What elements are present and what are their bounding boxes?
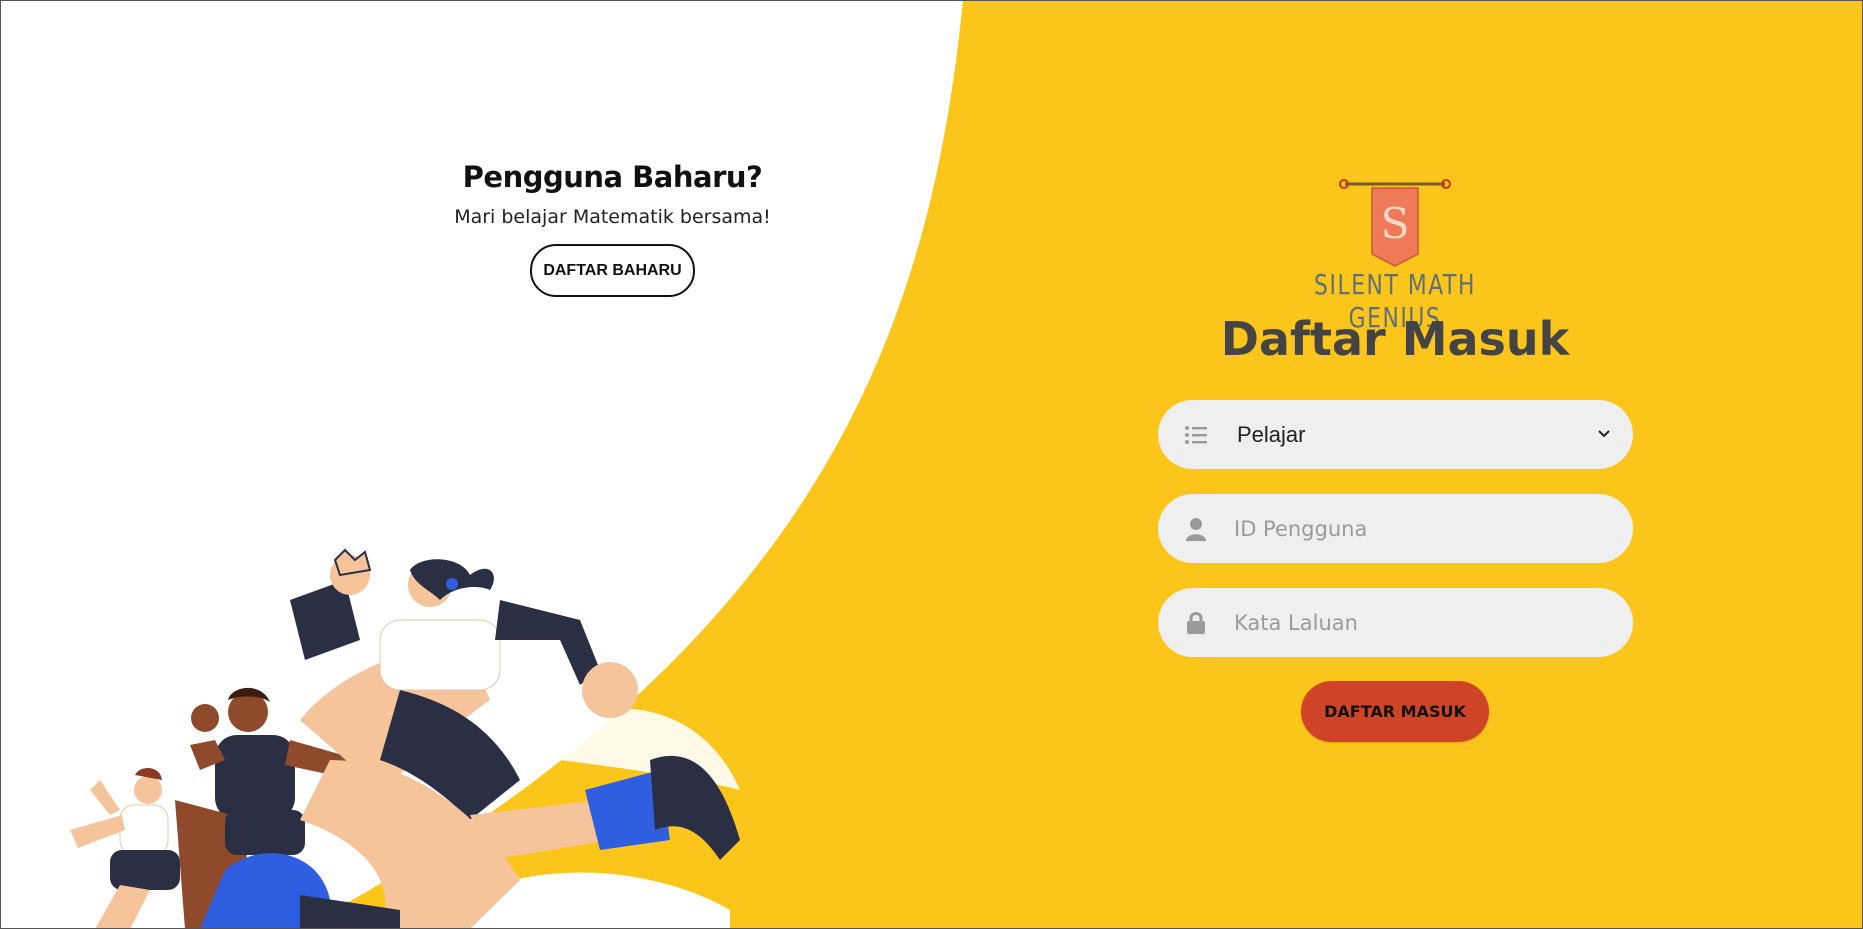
- password-input[interactable]: [1232, 609, 1596, 636]
- signup-button[interactable]: DAFTAR BAHARU: [530, 244, 695, 297]
- user-id-input[interactable]: [1232, 515, 1596, 542]
- banner-letter: S: [1381, 199, 1410, 248]
- signup-title: Pengguna Baharu?: [462, 160, 763, 194]
- user-id-field: [1158, 494, 1633, 563]
- role-select-value: Pelajar: [1237, 421, 1306, 447]
- login-button[interactable]: DAFTAR MASUK: [1301, 681, 1489, 742]
- login-title: Daftar Masuk: [1220, 312, 1570, 366]
- chevron-down-icon: [1597, 426, 1611, 444]
- password-field: [1158, 588, 1633, 657]
- list-icon: [1182, 421, 1210, 449]
- signup-panel: Pengguna Baharu? Mari belajar Matematik …: [430, 160, 795, 297]
- signup-subtitle: Mari belajar Matematik bersama!: [454, 206, 771, 228]
- lock-icon: [1182, 609, 1210, 637]
- role-select[interactable]: Pelajar: [1158, 400, 1633, 469]
- user-icon: [1182, 515, 1210, 543]
